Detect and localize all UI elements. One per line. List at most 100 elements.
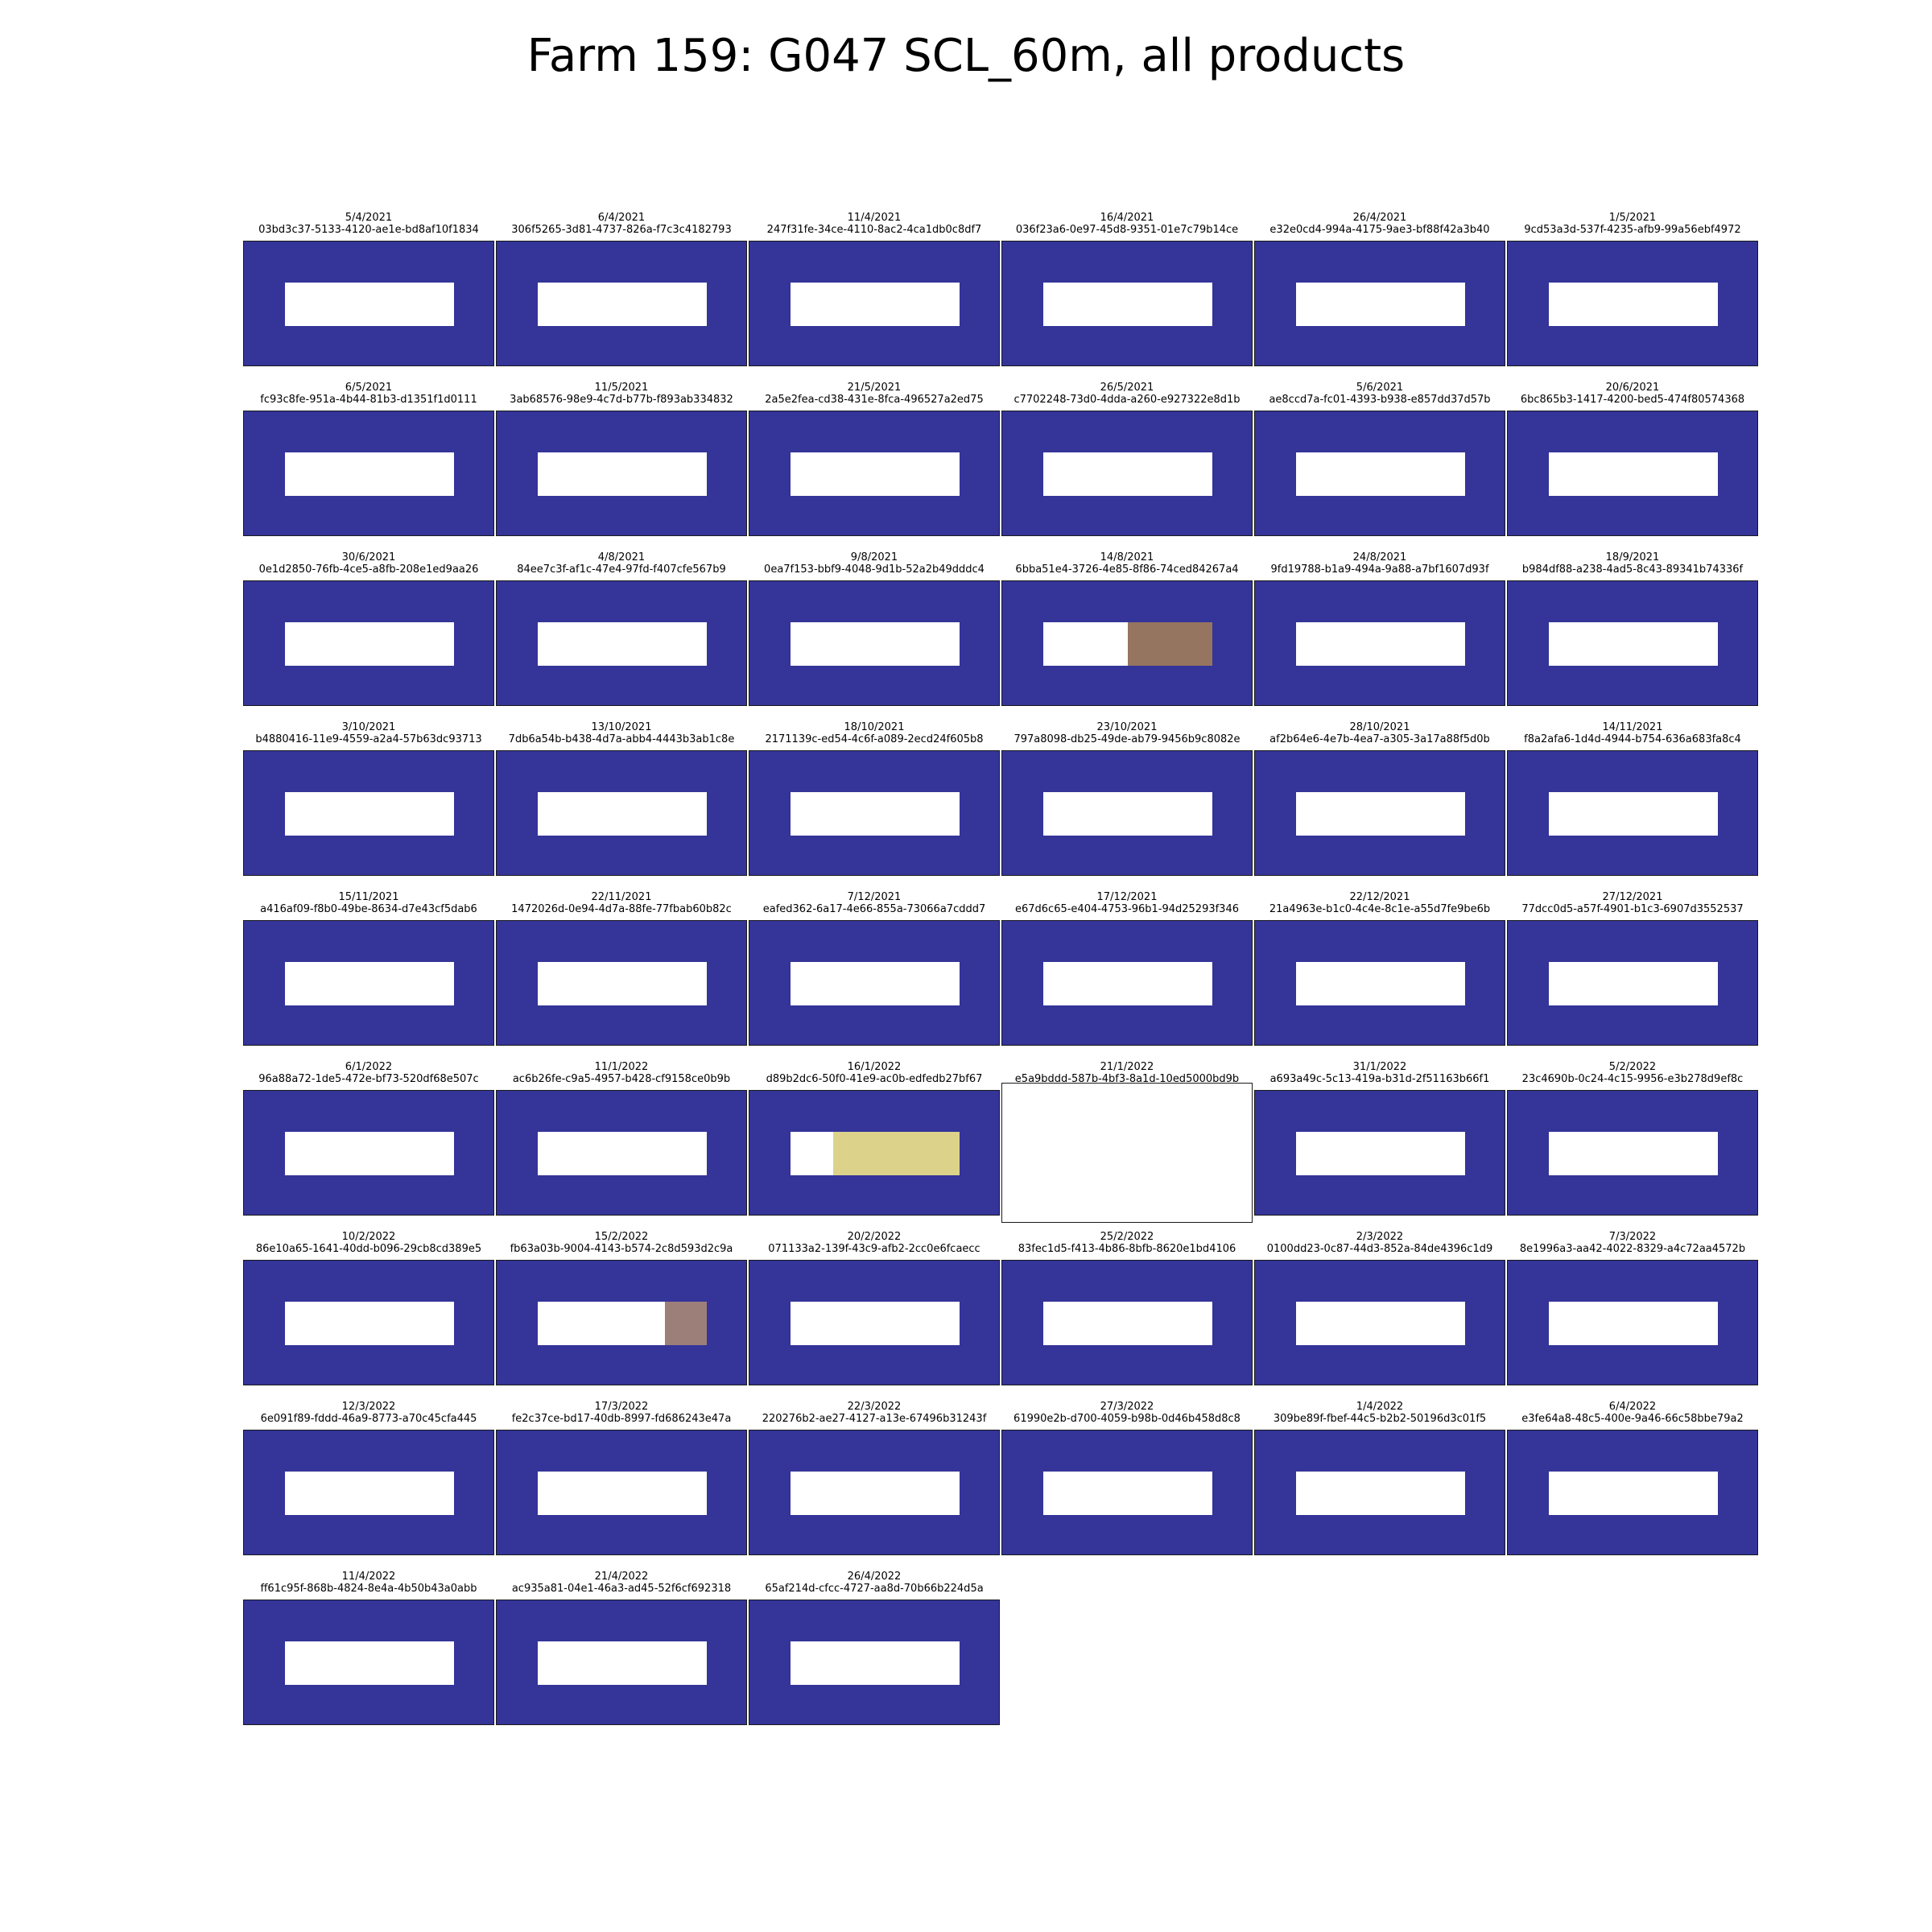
field-area [538,1132,707,1175]
panel-id: 3ab68576-98e9-4c7d-b77b-f893ab334832 [510,394,733,406]
scl-image [1001,920,1253,1046]
scl-image [749,1430,1000,1555]
panel-date: 1/5/2021 [1608,212,1657,224]
panel-date: 26/4/2022 [847,1571,902,1583]
field-area [1043,452,1212,496]
field-area [538,452,707,496]
panel-id: ac6b26fe-c9a5-4957-b428-cf9158ce0b9b [512,1073,731,1085]
field-area [285,283,454,326]
scl-image [1254,1090,1505,1216]
panel-id: ff61c95f-868b-4824-8e4a-4b50b43a0abb [260,1583,477,1595]
panel-date: 7/3/2022 [1608,1231,1657,1243]
panel-id: 8e1996a3-aa42-4022-8329-a4c72aa4572b [1519,1243,1746,1255]
scl-panel: 21/1/2022 e5a9bddd-587b-4bf3-8a1d-10ed500… [1001,1061,1253,1232]
scl-panel: 6/4/2022 e3fe64a8-48c5-400e-9a46-66c58bbe… [1507,1401,1758,1571]
scl-image [749,750,1000,876]
panel-id: 83fec1d5-f413-4b86-8bfb-8620e1bd4106 [1018,1243,1236,1255]
panel-id: 9fd19788-b1a9-494a-9a88-a7bf1607d93f [1270,564,1489,576]
scl-panel: 31/1/2022 a693a49c-5c13-419a-b31d-2f51163… [1254,1061,1505,1232]
field-area [285,792,454,836]
field-area [791,792,960,836]
scl-panel: 13/10/2021 7db6a54b-b438-4d7a-abb4-4443b3… [496,721,747,892]
scl-panel: 6/5/2021 fc93c8fe-951a-4b44-81b3-d1351f1d… [243,382,494,552]
panel-id: ae8ccd7a-fc01-4393-b938-e857dd37d57b [1269,394,1491,406]
field-area [285,1302,454,1345]
panel-id: 86e10a65-1641-40dd-b096-29cb8cd389e5 [255,1243,482,1255]
scl-panel: 21/5/2021 2a5e2fea-cd38-431e-8fca-496527a… [749,382,1000,552]
scl-panel: 11/5/2021 3ab68576-98e9-4c7d-b77b-f893ab3… [496,382,747,552]
field-area [1549,1302,1718,1345]
field-area [791,1302,960,1345]
scl-panel: 11/4/2022 ff61c95f-868b-4824-8e4a-4b50b43… [243,1571,494,1741]
scl-image [749,411,1000,536]
scl-panel: 18/9/2021 b984df88-a238-4ad5-8c43-89341b7… [1507,551,1758,722]
panel-id: e3fe64a8-48c5-400e-9a46-66c58bbe79a2 [1521,1413,1744,1425]
field-area [285,1132,454,1175]
scl-panel: 30/6/2021 0e1d2850-76fb-4ce5-a8fb-208e1ed… [243,551,494,722]
scl-image [1507,241,1758,366]
scl-image [1254,580,1505,706]
scl-panel: 7/12/2021 eafed362-6a17-4e66-855a-73066a7… [749,891,1000,1062]
panel-date: 21/5/2021 [847,382,902,394]
panel-date: 5/2/2022 [1608,1061,1657,1073]
panel-date: 3/10/2021 [341,721,396,733]
panel-id: fb63a03b-9004-4143-b574-2c8d593d2c9a [510,1243,733,1255]
scl-panel: 14/11/2021 f8a2afa6-1d4d-4944-b754-636a68… [1507,721,1758,892]
panel-date: 16/1/2022 [847,1061,902,1073]
scl-panel: 25/2/2022 83fec1d5-f413-4b86-8bfb-8620e1b… [1001,1231,1253,1402]
field-area [1296,792,1465,836]
panel-id: 220276b2-ae27-4127-a13e-67496b31243f [762,1413,987,1425]
scl-panel: 1/4/2022 309be89f-fbef-44c5-b2b2-50196d3c… [1254,1401,1505,1571]
panel-id: e32e0cd4-994a-4175-9ae3-bf88f42a3b40 [1269,224,1490,236]
panel-id: 2171139c-ed54-4c6f-a089-2ecd24f605b8 [765,733,984,745]
panel-date: 23/10/2021 [1096,721,1158,733]
panel-date: 26/4/2021 [1352,212,1407,224]
panel-date: 17/12/2021 [1096,891,1158,903]
class-patch [832,1132,960,1175]
panel-id: 77dcc0d5-a57f-4901-b1c3-6907d3552537 [1521,903,1744,915]
scl-image [749,1600,1000,1725]
field-area [1296,1472,1465,1515]
scl-panel: 22/3/2022 220276b2-ae27-4127-a13e-67496b3… [749,1401,1000,1571]
panel-id: 2a5e2fea-cd38-431e-8fca-496527a2ed75 [765,394,984,406]
panel-id: b4880416-11e9-4559-a2a4-57b63dc93713 [255,733,482,745]
field-area [1043,283,1212,326]
field-area [1296,452,1465,496]
scl-image [496,1090,747,1216]
panel-id: fc93c8fe-951a-4b44-81b3-d1351f1d0111 [260,394,477,406]
panel-date: 30/6/2021 [341,551,396,564]
scl-image [243,580,494,706]
panel-id: 84ee7c3f-af1c-47e4-97fd-f407cfe567b9 [517,564,726,576]
scl-image [1254,920,1505,1046]
panel-id: b984df88-a238-4ad5-8c43-89341b74336f [1521,564,1744,576]
scl-panel: 16/1/2022 d89b2dc6-50f0-41e9-ac0b-edfedb2… [749,1061,1000,1232]
scl-panel: 26/5/2021 c7702248-73d0-4dda-a260-e927322… [1001,382,1253,552]
class-patch [1128,622,1212,666]
scl-panel: 14/8/2021 6bba51e4-3726-4e85-8f86-74ced84… [1001,551,1253,722]
scl-image [1254,411,1505,536]
scl-image [243,750,494,876]
panel-date: 31/1/2022 [1352,1061,1407,1073]
panel-date: 21/4/2022 [594,1571,649,1583]
field-area [1549,1132,1718,1175]
panel-id: 797a8098-db25-49de-ab79-9456b9c8082e [1013,733,1241,745]
scl-image [1001,411,1253,536]
scl-image [1001,1260,1253,1385]
panel-id: 309be89f-fbef-44c5-b2b2-50196d3c01f5 [1273,1413,1487,1425]
scl-image [243,1260,494,1385]
panel-id: 96a88a72-1de5-472e-bf73-520df68e507c [258,1073,479,1085]
field-area [285,1641,454,1685]
field-area [1296,283,1465,326]
scl-panel: 17/3/2022 fe2c37ce-bd17-40db-8997-fd68624… [496,1401,747,1571]
scl-panel: 5/2/2022 23c4690b-0c24-4c15-9956-e3b278d9… [1507,1061,1758,1232]
field-area [1043,1302,1212,1345]
scl-image [749,241,1000,366]
scl-panel: 9/8/2021 0ea7f153-bbf9-4048-9d1b-52a2b49d… [749,551,1000,722]
panel-date: 14/8/2021 [1100,551,1154,564]
field-area [538,283,707,326]
panel-date: 10/2/2022 [341,1231,396,1243]
scl-image [243,1600,494,1725]
panel-id: 03bd3c37-5133-4120-ae1e-bd8af10f1834 [258,224,479,236]
panel-date: 9/8/2021 [850,551,898,564]
scl-panel: 4/8/2021 84ee7c3f-af1c-47e4-97fd-f407cfe5… [496,551,747,722]
